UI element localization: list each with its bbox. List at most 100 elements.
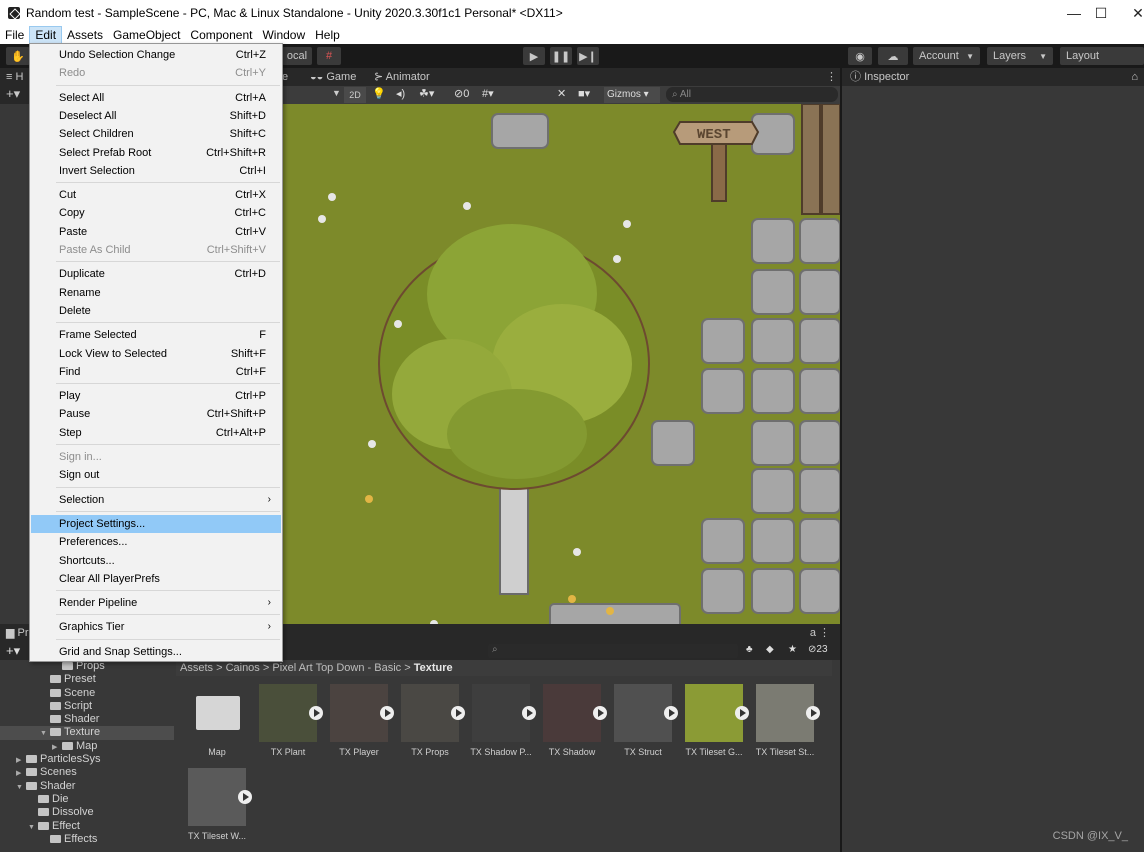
asset-texture[interactable]: TX Struct [610, 684, 678, 757]
menu-item-lock-view-to-selected[interactable]: Lock View to Selected Shift+F [31, 345, 281, 363]
expand-play-icon[interactable] [380, 706, 394, 720]
breadcrumb-item[interactable]: Pixel Art Top Down - Basic [272, 662, 401, 674]
menu-edit[interactable]: Edit [29, 26, 63, 44]
expand-play-icon[interactable] [451, 706, 465, 720]
menu-item-rename[interactable]: Rename [31, 284, 281, 302]
maximize-button[interactable]: ☐ [1083, 0, 1119, 26]
layout-dropdown[interactable]: Layout [1060, 47, 1144, 65]
menu-item-copy[interactable]: Copy Ctrl+C [31, 204, 281, 222]
gizmos-dropdown[interactable]: Gizmos ▾ [604, 87, 660, 103]
favorite-star-icon[interactable]: ★ [788, 644, 797, 655]
menu-item-select-prefab-root[interactable]: Select Prefab Root Ctrl+Shift+R [31, 144, 281, 162]
account-dropdown[interactable]: Account ▼ [913, 47, 980, 65]
tree-node[interactable]: Dissolve [0, 806, 174, 819]
asset-texture[interactable]: TX Tileset W... [184, 768, 252, 841]
hierarchy-tab[interactable]: ≡ H [0, 68, 30, 86]
project-search-input[interactable]: ⌕ [488, 644, 738, 658]
hand-tool-icon[interactable]: ✋ [6, 47, 30, 65]
menu-item-project-settings[interactable]: Project Settings... [31, 514, 281, 533]
tree-node[interactable]: Die [0, 793, 174, 806]
breadcrumb-item[interactable]: Cainos [226, 662, 260, 674]
asset-texture[interactable]: TX Tileset St... [752, 684, 820, 757]
menu-item-sign-out[interactable]: Sign out [31, 466, 281, 484]
tree-node[interactable]: ▶ Map [0, 740, 174, 753]
menu-component[interactable]: Component [185, 26, 257, 44]
menu-window[interactable]: Window [257, 26, 310, 44]
tree-node[interactable]: ▼ Shader [0, 780, 174, 793]
layers-dropdown[interactable]: Layers ▼ [987, 47, 1053, 65]
collapsed-arrow-icon[interactable]: ▶ [52, 741, 62, 754]
menu-item-frame-selected[interactable]: Frame Selected F [31, 326, 281, 344]
menu-item-step[interactable]: Step Ctrl+Alt+P [31, 424, 281, 442]
filter-by-label-icon[interactable]: ◆ [766, 644, 774, 655]
asset-folder[interactable]: Map [184, 684, 250, 757]
tree-node[interactable]: ▼ Texture [0, 726, 174, 740]
tree-node[interactable]: ▼ Effect [0, 820, 174, 833]
tree-node[interactable]: Preset [0, 673, 174, 686]
tree-node[interactable]: Scene [0, 687, 174, 700]
lighting-icon[interactable]: 💡 [372, 87, 386, 100]
collapsed-arrow-icon[interactable]: ▶ [16, 767, 26, 780]
tab-menu-icon[interactable]: ⋮ [826, 68, 837, 86]
hidden-packages-icon[interactable]: ⊘23 [808, 644, 828, 655]
tab-game[interactable]: ◒◒ Game [310, 68, 356, 86]
asset-texture[interactable]: TX Props [397, 684, 465, 757]
collab-icon[interactable]: ◉ [848, 47, 872, 65]
scene-view-canvas[interactable]: WEST [282, 104, 840, 624]
expand-play-icon[interactable] [806, 706, 820, 720]
menu-item-find[interactable]: Find Ctrl+F [31, 363, 281, 381]
inspector-tab[interactable]: ⓘ Inspector ⌂ [842, 68, 1144, 86]
menu-item-pause[interactable]: Pause Ctrl+Shift+P [31, 405, 281, 423]
menu-item-invert-selection[interactable]: Invert Selection Ctrl+I [31, 162, 281, 180]
tree-node[interactable]: ▶ ParticlesSys [0, 753, 174, 766]
menu-item-preferences[interactable]: Preferences... [31, 533, 281, 551]
tools-icon[interactable]: ✕ [557, 87, 566, 100]
menu-item-graphics-tier[interactable]: Graphics Tier › [31, 618, 281, 636]
project-lock-icon[interactable]: a ⋮ [810, 626, 830, 639]
tree-node[interactable]: ▶ Scenes [0, 766, 174, 779]
step-button[interactable]: ▶❙ [577, 47, 599, 65]
menu-item-shortcuts[interactable]: Shortcuts... [31, 552, 281, 570]
play-button[interactable]: ▶ [523, 47, 545, 65]
menu-item-delete[interactable]: Delete [31, 302, 281, 320]
menu-item-cut[interactable]: Cut Ctrl+X [31, 186, 281, 204]
tree-node[interactable]: Effects [0, 833, 174, 846]
tab-animator[interactable]: ⊱ Animator [374, 68, 430, 86]
menu-item-selection[interactable]: Selection › [31, 491, 281, 509]
collapsed-arrow-icon[interactable]: ▶ [16, 754, 26, 767]
expanded-arrow-icon[interactable]: ▼ [28, 821, 38, 834]
close-button[interactable]: ✕ [1120, 0, 1144, 26]
menu-item-undo-selection-change[interactable]: Undo Selection Change Ctrl+Z [31, 46, 281, 64]
draw-mode-chevron-icon[interactable]: ▼ [332, 88, 341, 98]
expand-play-icon[interactable] [735, 706, 749, 720]
breadcrumb-item[interactable]: Assets [180, 662, 213, 674]
cloud-icon[interactable]: ☁ [878, 47, 908, 65]
expand-play-icon[interactable] [238, 790, 252, 804]
tree-node[interactable]: Script [0, 700, 174, 713]
effects-icon[interactable]: ☘▾ [419, 87, 434, 100]
camera-icon[interactable]: ■▾ [578, 87, 590, 100]
audio-icon[interactable]: ◂) [396, 87, 405, 100]
menu-item-select-children[interactable]: Select Children Shift+C [31, 125, 281, 143]
grid-snap-icon[interactable]: # [317, 47, 341, 65]
asset-texture[interactable]: TX Plant [255, 684, 323, 757]
expanded-arrow-icon[interactable]: ▼ [16, 781, 26, 794]
project-tab[interactable]: ▆ Pr [6, 626, 29, 639]
expand-play-icon[interactable] [664, 706, 678, 720]
menu-file[interactable]: File [0, 26, 29, 44]
menu-item-clear-all-playerprefs[interactable]: Clear All PlayerPrefs [31, 570, 281, 588]
asset-texture[interactable]: TX Player [326, 684, 394, 757]
filter-by-type-icon[interactable]: ♣ [746, 644, 753, 655]
expanded-arrow-icon[interactable]: ▼ [40, 727, 50, 740]
grid-icon[interactable]: #▾ [482, 87, 494, 100]
asset-texture[interactable]: TX Shadow [539, 684, 607, 757]
menu-item-paste[interactable]: Paste Ctrl+V [31, 223, 281, 241]
expand-play-icon[interactable] [522, 706, 536, 720]
menu-item-deselect-all[interactable]: Deselect All Shift+D [31, 107, 281, 125]
pause-button[interactable]: ❚❚ [550, 47, 572, 65]
menu-item-play[interactable]: Play Ctrl+P [31, 387, 281, 405]
expand-play-icon[interactable] [309, 706, 323, 720]
2d-toggle[interactable]: 2D [344, 87, 366, 103]
pivot-local-toggle[interactable]: ocal [282, 47, 312, 65]
project-add-button[interactable]: +▾ [6, 643, 20, 659]
